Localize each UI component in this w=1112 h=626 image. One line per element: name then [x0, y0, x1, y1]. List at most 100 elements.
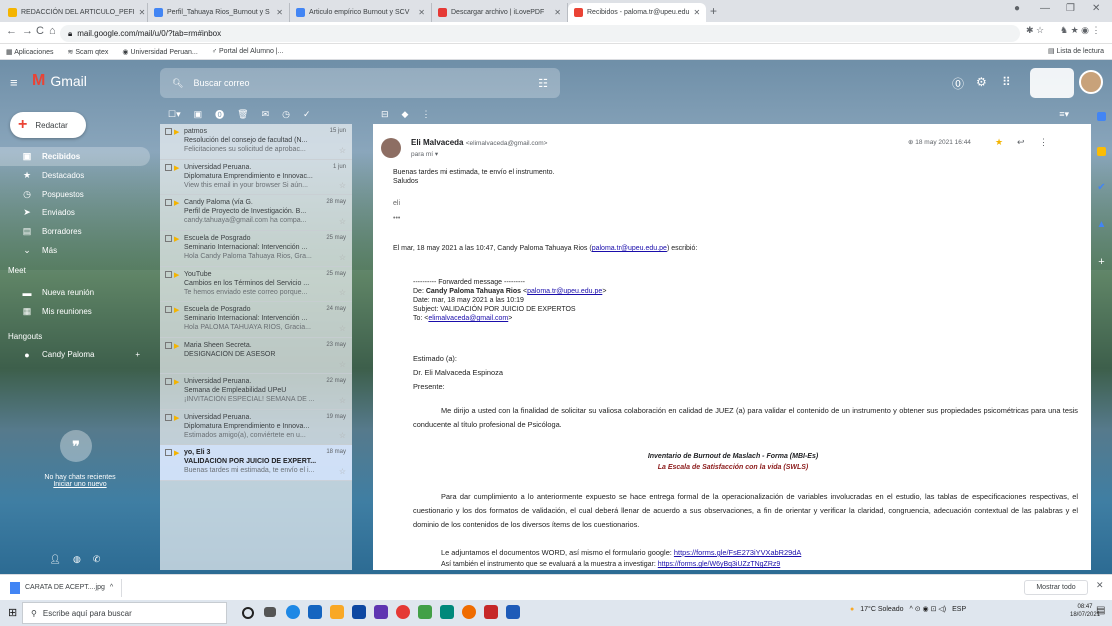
- bookmark-apps[interactable]: ▦ Aplicaciones: [6, 48, 54, 56]
- mail-row[interactable]: ▶ Escuela de Posgrado 24 may Seminario Inte…: [160, 302, 352, 339]
- mail-row[interactable]: ▶ Universidad Peruana. 1 jun Diplomatura Em…: [160, 160, 352, 196]
- important-marker-icon[interactable]: ▶: [174, 449, 179, 458]
- start-new-chat-link[interactable]: Iniciar uno nuevo: [30, 481, 130, 488]
- important-marker-icon[interactable]: ▶: [174, 199, 179, 208]
- mail-app-icon[interactable]: [352, 605, 366, 619]
- form-link-1[interactable]: https://forms.gle/FsE273iYVXabR29dA: [674, 548, 801, 557]
- bookmark-scam[interactable]: ≋ Scam qtex: [68, 48, 109, 56]
- archive-icon[interactable]: ▣: [194, 109, 203, 120]
- nav-drafts[interactable]: ▤ Borradores: [0, 222, 150, 241]
- tasks-icon[interactable]: ✔: [1097, 182, 1105, 193]
- reply-icon[interactable]: ↩: [1017, 137, 1025, 148]
- settings-gear-icon[interactable]: ⚙: [976, 75, 987, 89]
- more-options-icon[interactable]: ⋮: [1039, 137, 1048, 148]
- search-input[interactable]: 🔍︎ Buscar correo ☷: [160, 68, 560, 98]
- close-icon[interactable]: ✕: [554, 8, 561, 17]
- file-explorer-icon[interactable]: [330, 605, 344, 619]
- nav-inbox[interactable]: ▣ Recibidos: [0, 147, 150, 166]
- word-icon[interactable]: [506, 605, 520, 619]
- nav-snoozed[interactable]: ◷ Pospuestos: [0, 185, 150, 204]
- star-icon[interactable]: ☆: [339, 253, 346, 262]
- add-task-icon[interactable]: ✓: [303, 109, 311, 120]
- profile-dot-icon[interactable]: ●: [1014, 3, 1020, 14]
- maximize-button[interactable]: ❐: [1066, 3, 1075, 14]
- chrome-icon[interactable]: [396, 605, 410, 619]
- taskbar-search-input[interactable]: ⚲ Escribe aquí para buscar: [22, 602, 227, 624]
- org-logo[interactable]: [1030, 68, 1074, 98]
- account-avatar[interactable]: [1079, 70, 1103, 94]
- label-icon[interactable]: ◆: [402, 109, 409, 120]
- important-marker-icon[interactable]: ▶: [174, 378, 179, 387]
- star-icon[interactable]: ☆: [339, 396, 346, 405]
- important-marker-icon[interactable]: ▶: [174, 128, 179, 137]
- star-icon[interactable]: ☆: [339, 181, 346, 190]
- browser-tab[interactable]: REDACCIÓN DEL ARTICULO_PEFI ✕: [2, 3, 148, 22]
- task-view-icon[interactable]: [264, 607, 276, 617]
- contacts-icon[interactable]: ▲: [1097, 219, 1107, 230]
- mail-row[interactable]: ▶ YouTube 25 may Cambios en los Términos de…: [160, 267, 352, 303]
- star-icon[interactable]: ☆: [339, 288, 346, 297]
- star-icon[interactable]: ☆: [339, 146, 346, 155]
- mail-row[interactable]: ▶ Universidad Peruana. 22 may Semana de Emp…: [160, 374, 352, 410]
- quote-email-link[interactable]: paloma.tr@upeu.edu.pe: [592, 245, 667, 252]
- close-icon[interactable]: ✕: [418, 8, 425, 17]
- browser-tab[interactable]: Perfil_Tahuaya Rios_Burnout y S ✕: [148, 3, 290, 22]
- nav-more[interactable]: ⌄ Más: [0, 241, 150, 260]
- app-icon[interactable]: [374, 605, 388, 619]
- calendar-icon[interactable]: [1097, 112, 1106, 121]
- mail-row[interactable]: ▶ Escuela de Posgrado 25 may Seminario Inte…: [160, 231, 352, 267]
- new-tab-button[interactable]: +: [710, 4, 717, 18]
- row-checkbox[interactable]: [165, 413, 172, 421]
- app-icon[interactable]: [462, 605, 476, 619]
- url-bar[interactable]: 🔒︎ mail.google.com/mail/u/0/?tab=rm#inbox: [60, 25, 1020, 42]
- forward-to-link[interactable]: elimalvaceda@gmail.com: [428, 315, 508, 322]
- row-checkbox[interactable]: [165, 449, 172, 457]
- meet-new-meeting[interactable]: ▬ Nueva reunión: [0, 283, 150, 302]
- reading-list-button[interactable]: ▤ Lista de lectura: [1048, 47, 1104, 55]
- profile-icons[interactable]: ♞ ★ ◉ ⋮: [1060, 25, 1101, 36]
- app-icon[interactable]: [418, 605, 432, 619]
- row-checkbox[interactable]: [165, 128, 172, 135]
- close-window-button[interactable]: ✕: [1092, 3, 1100, 14]
- mail-row[interactable]: ▶ patmos 15 jun Resolución del consejo de f…: [160, 124, 352, 160]
- nav-starred[interactable]: ★ Destacados: [0, 166, 150, 185]
- important-marker-icon[interactable]: ▶: [174, 306, 179, 315]
- row-checkbox[interactable]: [165, 342, 172, 350]
- search-options-icon[interactable]: ☷: [538, 77, 548, 90]
- weather-text[interactable]: 17°C Soleado: [860, 606, 903, 613]
- chevron-up-icon[interactable]: ^: [110, 584, 113, 591]
- move-icon[interactable]: ⊟: [381, 109, 389, 120]
- recipient-toggle[interactable]: para mí ▾: [411, 150, 438, 158]
- browser-tab[interactable]: Articulo empírico Burnout y SCV ✕: [290, 3, 432, 22]
- snooze-icon[interactable]: ◷: [282, 109, 290, 120]
- star-icon[interactable]: ☆: [339, 467, 346, 476]
- mail-row[interactable]: ▶ Maria Sheen Secreta. 23 may DESIGNACIÓN D…: [160, 338, 352, 374]
- home-button[interactable]: ⌂: [49, 25, 56, 37]
- forward-button[interactable]: →: [22, 25, 33, 37]
- star-icon[interactable]: ☆: [339, 360, 346, 369]
- main-menu-icon[interactable]: ≡: [10, 75, 18, 90]
- mark-unread-icon[interactable]: ✉: [262, 109, 270, 120]
- row-checkbox[interactable]: [165, 377, 172, 385]
- help-icon[interactable]: ⓪: [952, 75, 964, 92]
- nav-sent[interactable]: ➤ Enviados: [0, 203, 150, 222]
- browser-tab[interactable]: Descargar archivo | iLovePDF ✕: [432, 3, 568, 22]
- download-item[interactable]: CARATA DE ACEPT....jpg ^: [10, 578, 123, 597]
- add-addon-icon[interactable]: +: [1098, 256, 1104, 268]
- delete-icon[interactable]: 🗑︎: [237, 109, 248, 120]
- tray-icons[interactable]: ^ ⊙ ◉ ⊡ ◁): [910, 605, 947, 613]
- close-icon[interactable]: ✕: [1096, 580, 1104, 591]
- row-checkbox[interactable]: [165, 306, 172, 314]
- important-marker-icon[interactable]: ▶: [174, 271, 179, 280]
- edge-icon[interactable]: [286, 605, 300, 619]
- notifications-icon[interactable]: ▤: [1096, 605, 1105, 616]
- add-chat-icon[interactable]: +: [135, 350, 140, 359]
- compose-button[interactable]: + Redactar: [10, 112, 86, 138]
- phone-icon[interactable]: ✆: [93, 554, 101, 570]
- person-icon[interactable]: 👤︎: [50, 554, 61, 570]
- gmail-logo[interactable]: M Gmail: [32, 72, 87, 90]
- show-trimmed-button[interactable]: •••: [393, 214, 400, 223]
- app-icon[interactable]: [440, 605, 454, 619]
- language-indicator[interactable]: ESP: [952, 606, 966, 613]
- row-checkbox[interactable]: [165, 163, 172, 171]
